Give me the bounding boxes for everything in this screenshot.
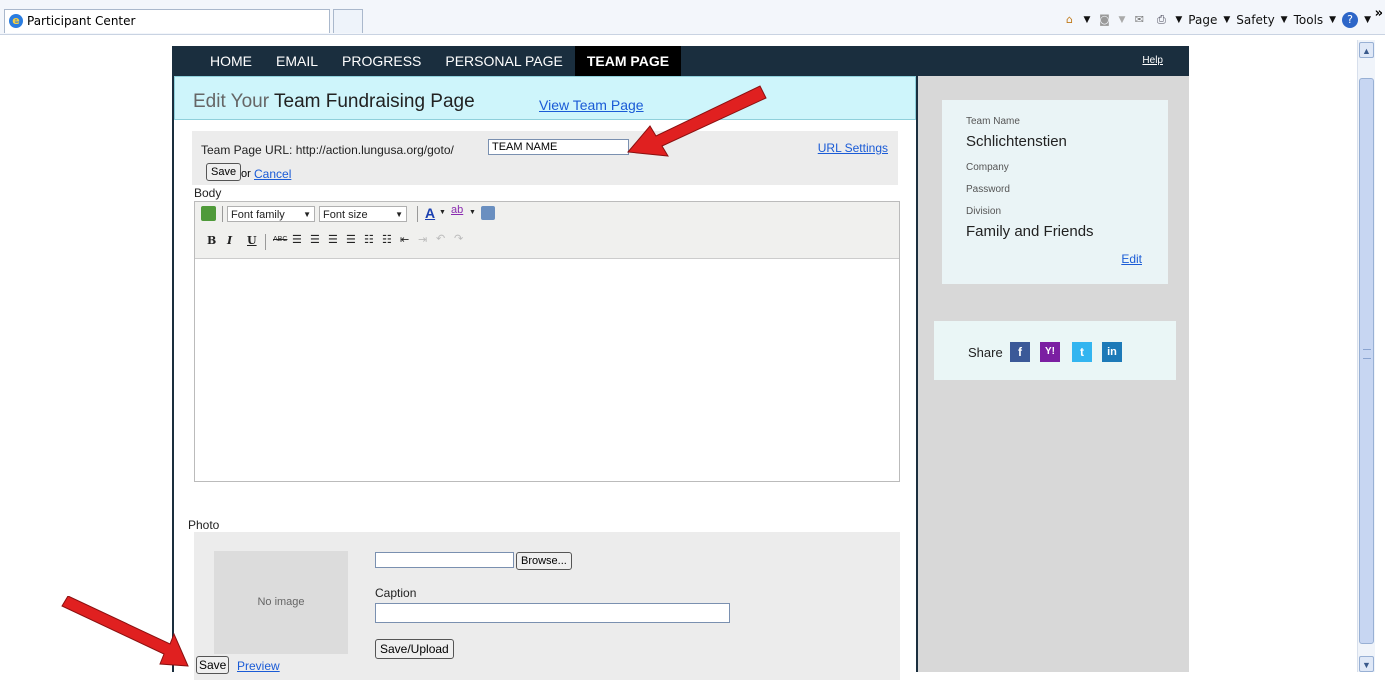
chevron-down-icon[interactable]: ▼ [469, 209, 476, 216]
chevron-down-icon: ▼ [395, 210, 403, 219]
undo-icon[interactable]: ↶ [436, 232, 445, 245]
cancel-link[interactable]: Cancel [254, 167, 291, 181]
browse-button[interactable]: Browse... [516, 552, 572, 570]
nav-team-page[interactable]: TEAM PAGE [574, 46, 682, 76]
division-value: Family and Friends [966, 223, 1094, 240]
chevron-down-icon[interactable]: ▼ [439, 209, 446, 216]
browser-tab-title: Participant Center [27, 14, 136, 28]
preview-link[interactable]: Preview [237, 659, 280, 673]
file-path-input[interactable] [375, 552, 514, 568]
numbered-list-icon[interactable]: ☷ [382, 233, 392, 246]
toolbar-separator [222, 206, 223, 222]
scroll-grip-icon [1363, 349, 1371, 359]
nav-email[interactable]: EMAIL [264, 46, 330, 76]
font-family-select[interactable]: Font family ▼ [227, 206, 315, 222]
editor-toolbar-top: Font family ▼ Font size ▼ A ▼ ab ▼ [195, 202, 899, 227]
rich-text-editor[interactable]: Font family ▼ Font size ▼ A ▼ ab ▼ B I U A… [194, 201, 900, 482]
font-size-select[interactable]: Font size ▼ [319, 206, 407, 222]
team-info-box: Team Name Schlichtenstien Company Passwo… [942, 100, 1168, 284]
italic-icon[interactable]: I [227, 234, 232, 247]
team-url-label: Team Page URL: http://action.lungusa.org… [201, 143, 454, 157]
team-name-value: Schlichtenstien [966, 133, 1067, 150]
toolbar-separator [417, 206, 418, 222]
sidebar: Team Name Schlichtenstien Company Passwo… [918, 76, 1189, 672]
justify-icon[interactable]: ☰ [346, 233, 356, 246]
tools-menu[interactable]: Tools [1294, 13, 1324, 27]
mail-icon[interactable]: ✉ [1131, 12, 1147, 28]
ie-icon: e [9, 14, 23, 28]
page-title-bar: Edit Your Team Fundraising Page View Tea… [174, 76, 916, 120]
home-icon[interactable]: ⌂ [1062, 12, 1078, 28]
caption-input[interactable] [375, 603, 730, 623]
nav-personal-page[interactable]: PERSONAL PAGE [433, 46, 574, 76]
main-nav: HOME EMAIL PROGRESS PERSONAL PAGE TEAM P… [172, 46, 1189, 76]
page-title-main: Team Fundraising Page [274, 91, 475, 112]
vertical-scrollbar[interactable]: ▲ ▼ [1357, 40, 1375, 672]
scroll-down-icon[interactable]: ▼ [1359, 656, 1374, 672]
indent-icon[interactable]: ⇥ [418, 233, 427, 246]
page-menu[interactable]: Page [1188, 13, 1217, 27]
text-color-icon[interactable]: A [425, 205, 435, 221]
nav-home[interactable]: HOME [198, 46, 264, 76]
edit-panel: Edit Your Team Fundraising Page View Tea… [174, 76, 916, 680]
help-icon[interactable]: ? [1342, 12, 1359, 28]
align-left-icon[interactable]: ☰ [292, 233, 302, 246]
save-button[interactable]: Save [196, 656, 230, 674]
url-save-button[interactable]: Save [206, 163, 242, 181]
align-right-icon[interactable]: ☰ [328, 233, 338, 246]
align-center-icon[interactable]: ☰ [310, 233, 320, 246]
password-label: Password [966, 184, 1010, 195]
team-url-input[interactable] [488, 139, 629, 155]
scrollbar-thumb[interactable] [1359, 78, 1374, 644]
url-settings-link[interactable]: URL Settings [818, 141, 888, 155]
bold-icon[interactable]: B [207, 234, 216, 247]
save-upload-button[interactable]: Save/Upload [375, 639, 454, 659]
highlight-color-icon[interactable]: ab [451, 204, 463, 216]
division-label: Division [966, 206, 1002, 217]
paste-word-icon[interactable] [481, 206, 495, 220]
linkedin-icon[interactable]: in [1102, 342, 1122, 362]
url-panel: Team Page URL: http://action.lungusa.org… [192, 131, 898, 185]
team-name-label: Team Name [966, 116, 1020, 127]
photo-label: Photo [188, 518, 220, 532]
print-icon[interactable]: ⎙ [1153, 12, 1169, 28]
strikethrough-icon[interactable]: ABC [273, 236, 287, 243]
nav-progress[interactable]: PROGRESS [330, 46, 433, 76]
chevron-overflow-icon[interactable]: » [1375, 6, 1383, 21]
scroll-up-icon[interactable]: ▲ [1359, 42, 1374, 58]
outdent-icon[interactable]: ⇤ [400, 233, 409, 246]
new-tab-button[interactable] [333, 9, 363, 33]
facebook-icon[interactable]: f [1010, 342, 1030, 362]
feeds-icon[interactable]: ◙ [1096, 12, 1112, 28]
font-size-value: Font size [323, 209, 368, 221]
yahoo-icon[interactable]: Y! [1040, 342, 1060, 362]
share-box: Share f Y! t in [934, 321, 1176, 380]
red-arrow-save-icon [61, 596, 189, 667]
photo-panel: No image Browse... Caption Save/Upload [194, 532, 900, 680]
template-icon[interactable] [201, 206, 216, 221]
company-label: Company [966, 162, 1009, 173]
browser-toolbar: e Participant Center ⌂ ▼ ◙ ▼ ✉ ⎙ ▼ Page ▼ Sa… [0, 0, 1385, 35]
body-label: Body [194, 186, 222, 200]
or-text: or [241, 168, 251, 180]
browser-tab-active[interactable]: e Participant Center [4, 9, 330, 33]
chevron-down-icon: ▼ [303, 210, 311, 219]
underline-icon[interactable]: U [247, 234, 257, 247]
share-label: Share [968, 345, 1003, 360]
photo-placeholder: No image [214, 551, 348, 654]
command-bar: ⌂ ▼ ◙ ▼ ✉ ⎙ ▼ Page ▼ Safety ▼ Tools ▼ ? ▼ [1062, 10, 1371, 30]
editor-toolbar-bottom: B I U ABC ☰ ☰ ☰ ☰ ☷ ☷ ⇤ ⇥ ↶ ↷ [195, 226, 899, 259]
bullet-list-icon[interactable]: ☷ [364, 233, 374, 246]
twitter-icon[interactable]: t [1072, 342, 1092, 362]
safety-menu[interactable]: Safety [1236, 13, 1274, 27]
help-link[interactable]: Help [1142, 46, 1163, 76]
edit-team-link[interactable]: Edit [1121, 252, 1142, 266]
page-title-prefix: Edit Your [193, 91, 270, 112]
redo-icon[interactable]: ↷ [454, 232, 463, 245]
toolbar-separator [265, 234, 266, 250]
font-family-value: Font family [231, 209, 285, 221]
caption-label: Caption [375, 586, 417, 600]
page-title: Edit Your Team Fundraising Page [193, 91, 475, 113]
red-arrow-url-icon [627, 85, 767, 157]
